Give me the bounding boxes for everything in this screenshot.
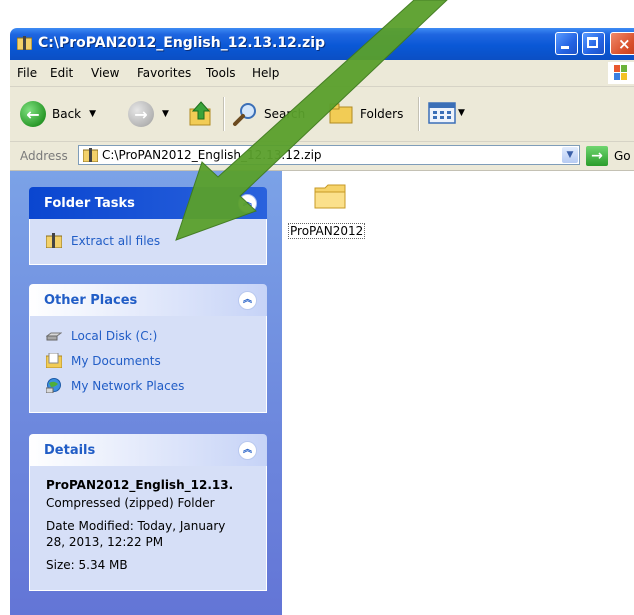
- details-file-type: Compressed (zipped) Folder: [46, 496, 215, 510]
- dropdown-arrow-icon[interactable]: ▼: [162, 109, 169, 119]
- go-arrow-icon[interactable]: →: [586, 146, 608, 166]
- my-documents-link[interactable]: My Documents: [46, 353, 161, 368]
- close-icon: ×: [618, 35, 631, 53]
- menu-bar: File Edit View Favorites Tools Help: [10, 60, 634, 87]
- address-input[interactable]: C:\ProPAN2012_English_12.13.12.zip ▼: [78, 145, 580, 165]
- details-size: Size: 5.34 MB: [46, 558, 128, 572]
- views-icon: [428, 102, 456, 124]
- menu-favorites[interactable]: Favorites: [137, 66, 191, 80]
- other-places-body: Local Disk (C:) My Documents My Network …: [29, 316, 267, 413]
- folders-label: Folders: [360, 107, 404, 121]
- task-pane: Folder Tasks ︽ Extract all files Other P…: [10, 171, 282, 615]
- collapse-chevron-icon[interactable]: ︽: [238, 194, 257, 213]
- folder-name: ProPAN2012: [288, 223, 366, 239]
- my-network-places-label: My Network Places: [71, 378, 185, 393]
- zip-folder-icon: [83, 148, 98, 162]
- local-disk-link[interactable]: Local Disk (C:): [46, 328, 157, 343]
- close-button[interactable]: ×: [610, 32, 634, 55]
- forward-button[interactable]: → ▼: [128, 101, 169, 127]
- folder-icon: [314, 184, 346, 209]
- details-header[interactable]: Details ︽: [29, 434, 267, 466]
- window-title: C:\ProPAN2012_English_12.13.12.zip: [38, 35, 326, 51]
- details-date-modified-cont: 28, 2013, 12:22 PM: [46, 535, 164, 549]
- hard-disk-icon: [46, 332, 62, 341]
- menu-tools[interactable]: Tools: [206, 66, 236, 80]
- extract-icon: [46, 233, 62, 248]
- toolbar-separator: [223, 97, 225, 131]
- details-title: Details: [44, 443, 96, 458]
- folders-button[interactable]: Folders: [328, 101, 403, 127]
- zip-folder-icon: [17, 36, 32, 50]
- extract-all-files-label: Extract all files: [71, 233, 161, 248]
- dropdown-arrow-icon[interactable]: ▼: [89, 109, 96, 119]
- address-path: C:\ProPAN2012_English_12.13.12.zip: [102, 148, 322, 162]
- menu-help[interactable]: Help: [252, 66, 279, 80]
- maximize-icon: [587, 37, 598, 48]
- back-label: Back: [52, 107, 82, 121]
- other-places-header[interactable]: Other Places ︽: [29, 284, 267, 316]
- extract-all-files-link[interactable]: Extract all files: [46, 233, 160, 248]
- my-documents-label: My Documents: [71, 353, 161, 368]
- back-button[interactable]: ← Back ▼: [20, 101, 96, 127]
- menu-view[interactable]: View: [91, 66, 119, 80]
- dropdown-arrow-icon[interactable]: ▼: [458, 108, 465, 118]
- folder-tasks-header[interactable]: Folder Tasks ︽: [29, 187, 267, 219]
- collapse-chevron-icon[interactable]: ︽: [238, 441, 257, 460]
- up-folder-icon[interactable]: [188, 100, 214, 128]
- toolbar: ← Back ▼ → ▼ Search Folders ▼: [10, 87, 634, 142]
- forward-arrow-icon: →: [128, 101, 154, 127]
- folders-icon: [329, 103, 353, 124]
- details-panel: Details ︽ ProPAN2012_English_12.13. Comp…: [29, 434, 267, 591]
- windows-logo-icon: [608, 62, 634, 84]
- minimize-button[interactable]: [555, 32, 578, 55]
- my-documents-icon: [46, 353, 62, 368]
- back-arrow-icon: ←: [20, 101, 46, 127]
- network-icon: [46, 378, 61, 393]
- file-list-area[interactable]: ProPAN2012: [282, 171, 634, 615]
- collapse-chevron-icon[interactable]: ︽: [238, 291, 257, 310]
- address-dropdown-icon[interactable]: ▼: [562, 147, 578, 163]
- details-date-modified: Date Modified: Today, January: [46, 519, 226, 533]
- maximize-button[interactable]: [582, 32, 605, 55]
- details-body: ProPAN2012_English_12.13. Compressed (zi…: [29, 466, 267, 591]
- title-bar[interactable]: C:\ProPAN2012_English_12.13.12.zip ×: [10, 28, 634, 60]
- folder-tasks-title: Folder Tasks: [44, 196, 135, 211]
- folder-tasks-body: Extract all files: [29, 219, 267, 265]
- toolbar-separator: [418, 97, 420, 131]
- local-disk-label: Local Disk (C:): [71, 328, 158, 343]
- go-button[interactable]: Go: [614, 149, 631, 163]
- search-button[interactable]: Search: [232, 101, 305, 127]
- other-places-title: Other Places: [44, 293, 138, 308]
- other-places-panel: Other Places ︽ Local Disk (C:) My Docume…: [29, 284, 267, 413]
- views-button[interactable]: ▼: [428, 101, 465, 125]
- my-network-places-link[interactable]: My Network Places: [46, 378, 184, 393]
- minimize-icon: [561, 46, 569, 49]
- search-icon: [233, 103, 256, 126]
- menu-edit[interactable]: Edit: [50, 66, 73, 80]
- address-label: Address: [20, 149, 68, 163]
- folder-tasks-panel: Folder Tasks ︽ Extract all files: [29, 187, 267, 265]
- details-file-name: ProPAN2012_English_12.13.: [46, 478, 234, 492]
- search-label: Search: [264, 107, 306, 121]
- menu-file[interactable]: File: [17, 66, 37, 80]
- address-bar: Address C:\ProPAN2012_English_12.13.12.z…: [10, 142, 634, 171]
